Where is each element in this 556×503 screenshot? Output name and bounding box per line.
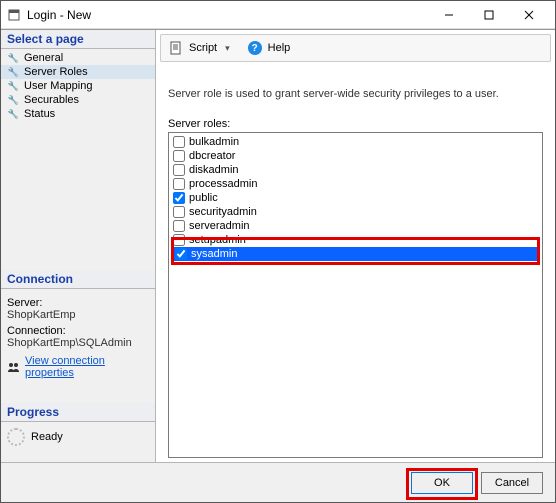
- script-dropdown-arrow-icon[interactable]: ▾: [223, 43, 232, 54]
- close-button[interactable]: [509, 1, 549, 29]
- content-area: Select a page 🔧 General 🔧 Server Roles 🔧 User…: [1, 29, 555, 462]
- help-button[interactable]: Help: [268, 42, 291, 54]
- select-page-header: Select a page: [1, 30, 155, 49]
- script-button[interactable]: Script: [189, 42, 217, 54]
- progress-header: Progress: [1, 403, 155, 422]
- wrench-icon: 🔧: [7, 53, 20, 64]
- role-item-diskadmin[interactable]: diskadmin: [171, 163, 540, 177]
- connection-value: ShopKartEmp\SQLAdmin: [7, 337, 149, 349]
- page-item-label: Server Roles: [24, 66, 88, 78]
- view-connection-link[interactable]: View connection properties: [25, 355, 149, 379]
- role-label: dbcreator: [189, 150, 235, 162]
- role-label: serveradmin: [189, 220, 250, 232]
- cancel-button[interactable]: Cancel: [481, 472, 543, 494]
- server-value: ShopKartEmp: [7, 309, 149, 321]
- page-item-label: General: [24, 52, 63, 64]
- role-checkbox-serveradmin[interactable]: [173, 220, 185, 232]
- toolbar: Script ▾ ? Help: [160, 34, 551, 62]
- page-item-status[interactable]: 🔧 Status: [1, 107, 155, 121]
- role-item-dbcreator[interactable]: dbcreator: [171, 149, 540, 163]
- role-checkbox-securityadmin[interactable]: [173, 206, 185, 218]
- server-roles-label: Server roles:: [168, 118, 543, 130]
- wrench-icon: 🔧: [7, 67, 20, 78]
- login-new-window: Login - New Select a page 🔧 General 🔧 Serve…: [0, 0, 556, 503]
- page-item-user-mapping[interactable]: 🔧 User Mapping: [1, 79, 155, 93]
- role-item-processadmin[interactable]: processadmin: [171, 177, 540, 191]
- wrench-icon: 🔧: [7, 109, 20, 120]
- connection-block: Server: ShopKartEmp Connection: ShopKart…: [1, 289, 155, 383]
- page-description: Server role is used to grant server-wide…: [168, 88, 543, 100]
- window-title: Login - New: [27, 8, 91, 22]
- main-area: Server role is used to grant server-wide…: [156, 62, 555, 462]
- role-label: setupadmin: [189, 234, 246, 246]
- page-item-general[interactable]: 🔧 General: [1, 51, 155, 65]
- role-label: bulkadmin: [189, 136, 239, 148]
- ok-button[interactable]: OK: [411, 472, 473, 494]
- server-roles-listbox[interactable]: bulkadmin dbcreator diskadmin processadmin p…: [168, 132, 543, 458]
- right-pane: Script ▾ ? Help Server role is used to g…: [156, 30, 555, 462]
- app-icon: [7, 8, 21, 22]
- people-icon: [7, 361, 21, 373]
- server-label: Server:: [7, 297, 149, 309]
- dialog-button-row: OK Cancel: [1, 462, 555, 502]
- page-item-label: User Mapping: [24, 80, 92, 92]
- help-icon: ?: [248, 41, 262, 55]
- role-label: sysadmin: [191, 248, 237, 260]
- role-item-bulkadmin[interactable]: bulkadmin: [171, 135, 540, 149]
- role-checkbox-setupadmin[interactable]: [173, 234, 185, 246]
- maximize-button[interactable]: [469, 1, 509, 29]
- script-icon: [169, 41, 183, 55]
- role-checkbox-public[interactable]: [173, 192, 185, 204]
- progress-spinner-icon: [7, 428, 25, 446]
- progress-block: Ready: [1, 422, 155, 452]
- role-checkbox-diskadmin[interactable]: [173, 164, 185, 176]
- left-pane: Select a page 🔧 General 🔧 Server Roles 🔧 User…: [1, 30, 156, 462]
- wrench-icon: 🔧: [7, 81, 20, 92]
- role-checkbox-bulkadmin[interactable]: [173, 136, 185, 148]
- role-label: securityadmin: [189, 206, 257, 218]
- connection-label: Connection:: [7, 325, 149, 337]
- page-item-label: Status: [24, 108, 55, 120]
- page-item-server-roles[interactable]: 🔧 Server Roles: [1, 65, 155, 79]
- role-item-setupadmin[interactable]: setupadmin: [171, 233, 540, 247]
- role-label: processadmin: [189, 178, 257, 190]
- wrench-icon: 🔧: [7, 95, 20, 106]
- role-item-sysadmin[interactable]: sysadmin: [173, 247, 538, 261]
- role-label: diskadmin: [189, 164, 239, 176]
- progress-text: Ready: [31, 431, 63, 443]
- minimize-button[interactable]: [429, 1, 469, 29]
- page-list: 🔧 General 🔧 Server Roles 🔧 User Mapping 🔧 Secur…: [1, 49, 155, 123]
- page-item-securables[interactable]: 🔧 Securables: [1, 93, 155, 107]
- role-checkbox-processadmin[interactable]: [173, 178, 185, 190]
- role-item-serveradmin[interactable]: serveradmin: [171, 219, 540, 233]
- role-item-securityadmin[interactable]: securityadmin: [171, 205, 540, 219]
- title-bar: Login - New: [1, 1, 555, 29]
- role-checkbox-dbcreator[interactable]: [173, 150, 185, 162]
- role-label: public: [189, 192, 218, 204]
- page-item-label: Securables: [24, 94, 79, 106]
- role-checkbox-sysadmin[interactable]: [175, 248, 187, 260]
- connection-header: Connection: [1, 270, 155, 289]
- role-item-public[interactable]: public: [171, 191, 540, 205]
